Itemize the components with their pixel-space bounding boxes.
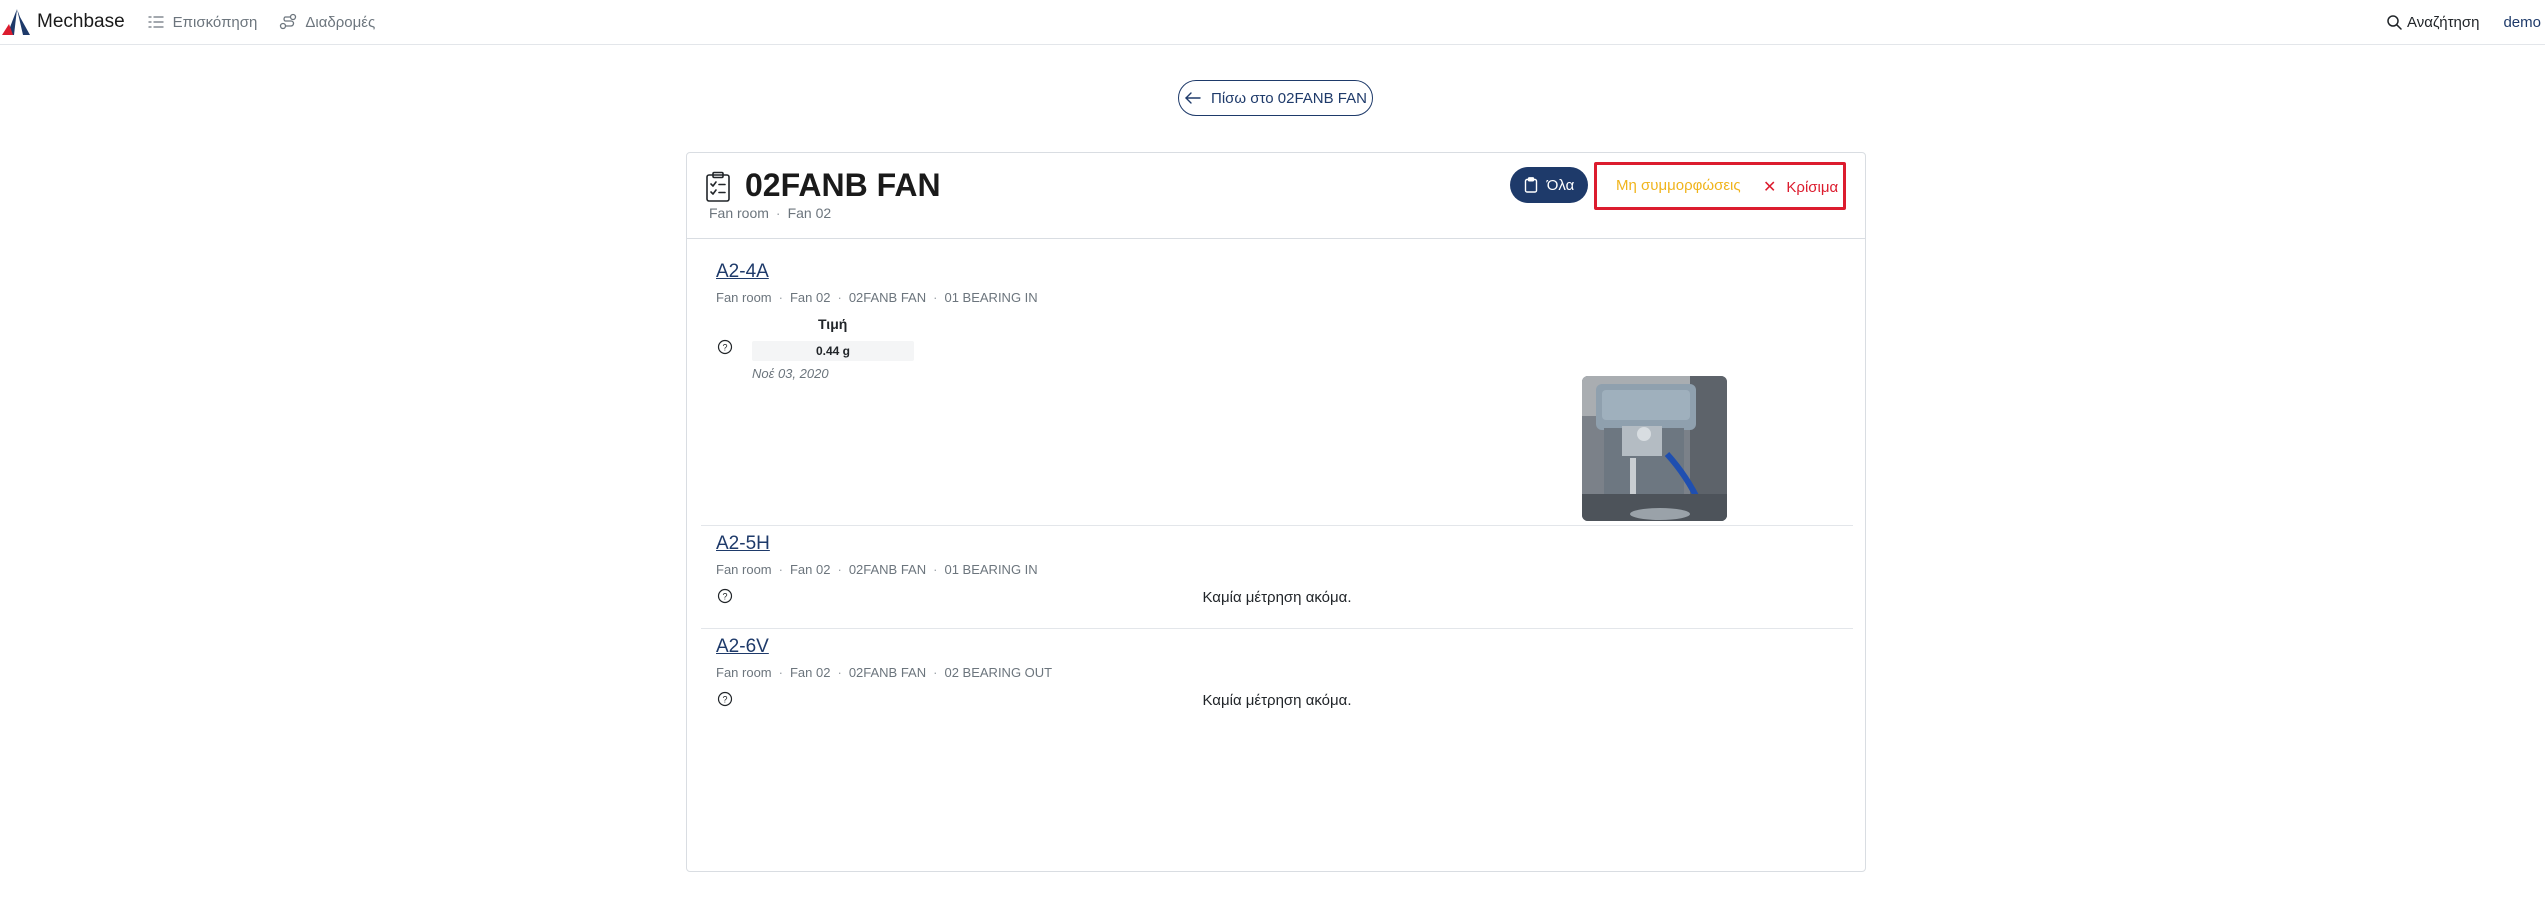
breadcrumb-item: 01 BEARING IN [944, 562, 1038, 577]
breadcrumb-item: Fan room [716, 290, 772, 305]
filter-critical-button[interactable]: ✕ Κρίσιμα [1763, 177, 1838, 197]
breadcrumb-item: Fan 02 [789, 290, 831, 305]
measurement-point-item: A2-4A Fan room · Fan 02 · 02FANB FAN · 01 BEAR… [701, 240, 1853, 526]
measurement-value: 0.44 g [752, 341, 914, 361]
nav-link-overview[interactable]: Επισκόπηση [147, 13, 258, 31]
x-icon: ✕ [1763, 179, 1777, 196]
breadcrumb-item[interactable]: Fan 02 [788, 205, 832, 221]
clipboard-checklist-icon [706, 171, 730, 202]
filter-all-button[interactable]: Όλα [1510, 167, 1588, 203]
nav-link-routes[interactable]: Διαδρομές [279, 13, 375, 31]
machine-photo-image [1582, 376, 1727, 521]
breadcrumb-item: 02 BEARING OUT [944, 665, 1053, 680]
clipboard-icon [1524, 177, 1537, 193]
measurement-point-item: A2-5H Fan room · Fan 02 · 02FANB FAN · 01 BEAR… [701, 526, 1853, 629]
breadcrumb-separator: · [775, 205, 781, 221]
measurement-date: Νοέ 03, 2020 [752, 366, 829, 381]
user-menu-link[interactable]: demo [2503, 14, 2541, 31]
breadcrumb-separator: · [778, 290, 783, 305]
breadcrumb-item: Fan 02 [789, 665, 831, 680]
search-button[interactable]: Αναζήτηση [2386, 14, 2479, 31]
point-photo[interactable] [1582, 376, 1727, 521]
breadcrumb-item: 02FANB FAN [848, 562, 927, 577]
breadcrumb-item: Fan 02 [789, 562, 831, 577]
point-breadcrumb: Fan room · Fan 02 · 02FANB FAN · 01 BEARING IN [716, 290, 1038, 305]
breadcrumb-separator: · [933, 290, 938, 305]
measurement-value-block: Τιμή 0.44 g Νοέ 03, 2020 [701, 316, 941, 386]
brand-link[interactable]: Mechbase [0, 0, 125, 45]
point-title-link[interactable]: A2-6V [716, 636, 769, 658]
nav-link-routes-label: Διαδρομές [305, 13, 376, 31]
asset-card-header: 02FANB FAN Fan room · Fan 02 Όλα Μη συμμορ… [687, 153, 1865, 239]
back-button-label: Πίσω στο 02FANB FAN [1211, 89, 1367, 107]
nav-link-overview-label: Επισκόπηση [172, 13, 258, 31]
nav-right: Αναζήτηση demo [2386, 0, 2545, 45]
point-breadcrumb: Fan room · Fan 02 · 02FANB FAN · 02 BEARING OU… [716, 665, 1052, 680]
asset-breadcrumb: Fan room · Fan 02 [709, 205, 831, 221]
search-icon [2387, 15, 2402, 30]
breadcrumb-separator: · [933, 665, 938, 680]
breadcrumb-item: Fan room [716, 562, 772, 577]
no-measurements-message: Καμία μέτρηση ακόμα. [1202, 692, 1352, 709]
asset-card: 02FANB FAN Fan room · Fan 02 Όλα Μη συμμορ… [686, 152, 1866, 872]
no-measurements-message: Καμία μέτρηση ακόμα. [1202, 589, 1352, 606]
breadcrumb-separator: · [778, 665, 783, 680]
point-title-link[interactable]: A2-4A [716, 261, 769, 283]
filter-all-label: Όλα [1546, 176, 1575, 194]
point-title-link[interactable]: A2-5H [716, 533, 770, 555]
breadcrumb-item: 02FANB FAN [848, 665, 927, 680]
breadcrumb-separator: · [837, 665, 842, 680]
breadcrumb-item: 02FANB FAN [848, 290, 927, 305]
value-column-header: Τιμή [818, 316, 848, 332]
severity-filter-group: Μη συμμορφώσεις ✕ Κρίσιμα [1594, 162, 1846, 210]
search-label: Αναζήτηση [2407, 14, 2480, 31]
breadcrumb-item: Fan room [716, 665, 772, 680]
filter-critical-label: Κρίσιμα [1786, 178, 1839, 196]
breadcrumb-separator: · [933, 562, 938, 577]
asset-title: 02FANB FAN [745, 167, 941, 203]
filter-noncompliances-button[interactable]: Μη συμμορφώσεις [1616, 177, 1741, 194]
breadcrumb-separator: · [837, 562, 842, 577]
point-breadcrumb: Fan room · Fan 02 · 02FANB FAN · 01 BEARING IN [716, 562, 1038, 577]
back-to-asset-button[interactable]: Πίσω στο 02FANB FAN [1178, 80, 1373, 116]
top-navbar: Mechbase Επισκόπηση Διαδρομές Αναζήτηση … [0, 0, 2545, 45]
mechbase-logo-icon [2, 9, 30, 35]
measurement-point-item: A2-6V Fan room · Fan 02 · 02FANB FAN · 02 BEAR… [701, 629, 1853, 729]
breadcrumb-separator: · [778, 562, 783, 577]
brand-name: Mechbase [37, 11, 125, 32]
arrow-left-icon [1185, 92, 1201, 104]
breadcrumb-item: 01 BEARING IN [944, 290, 1038, 305]
list-icon [148, 16, 164, 28]
route-icon [280, 13, 297, 30]
breadcrumb-item[interactable]: Fan room [709, 205, 769, 221]
breadcrumb-separator: · [837, 290, 842, 305]
